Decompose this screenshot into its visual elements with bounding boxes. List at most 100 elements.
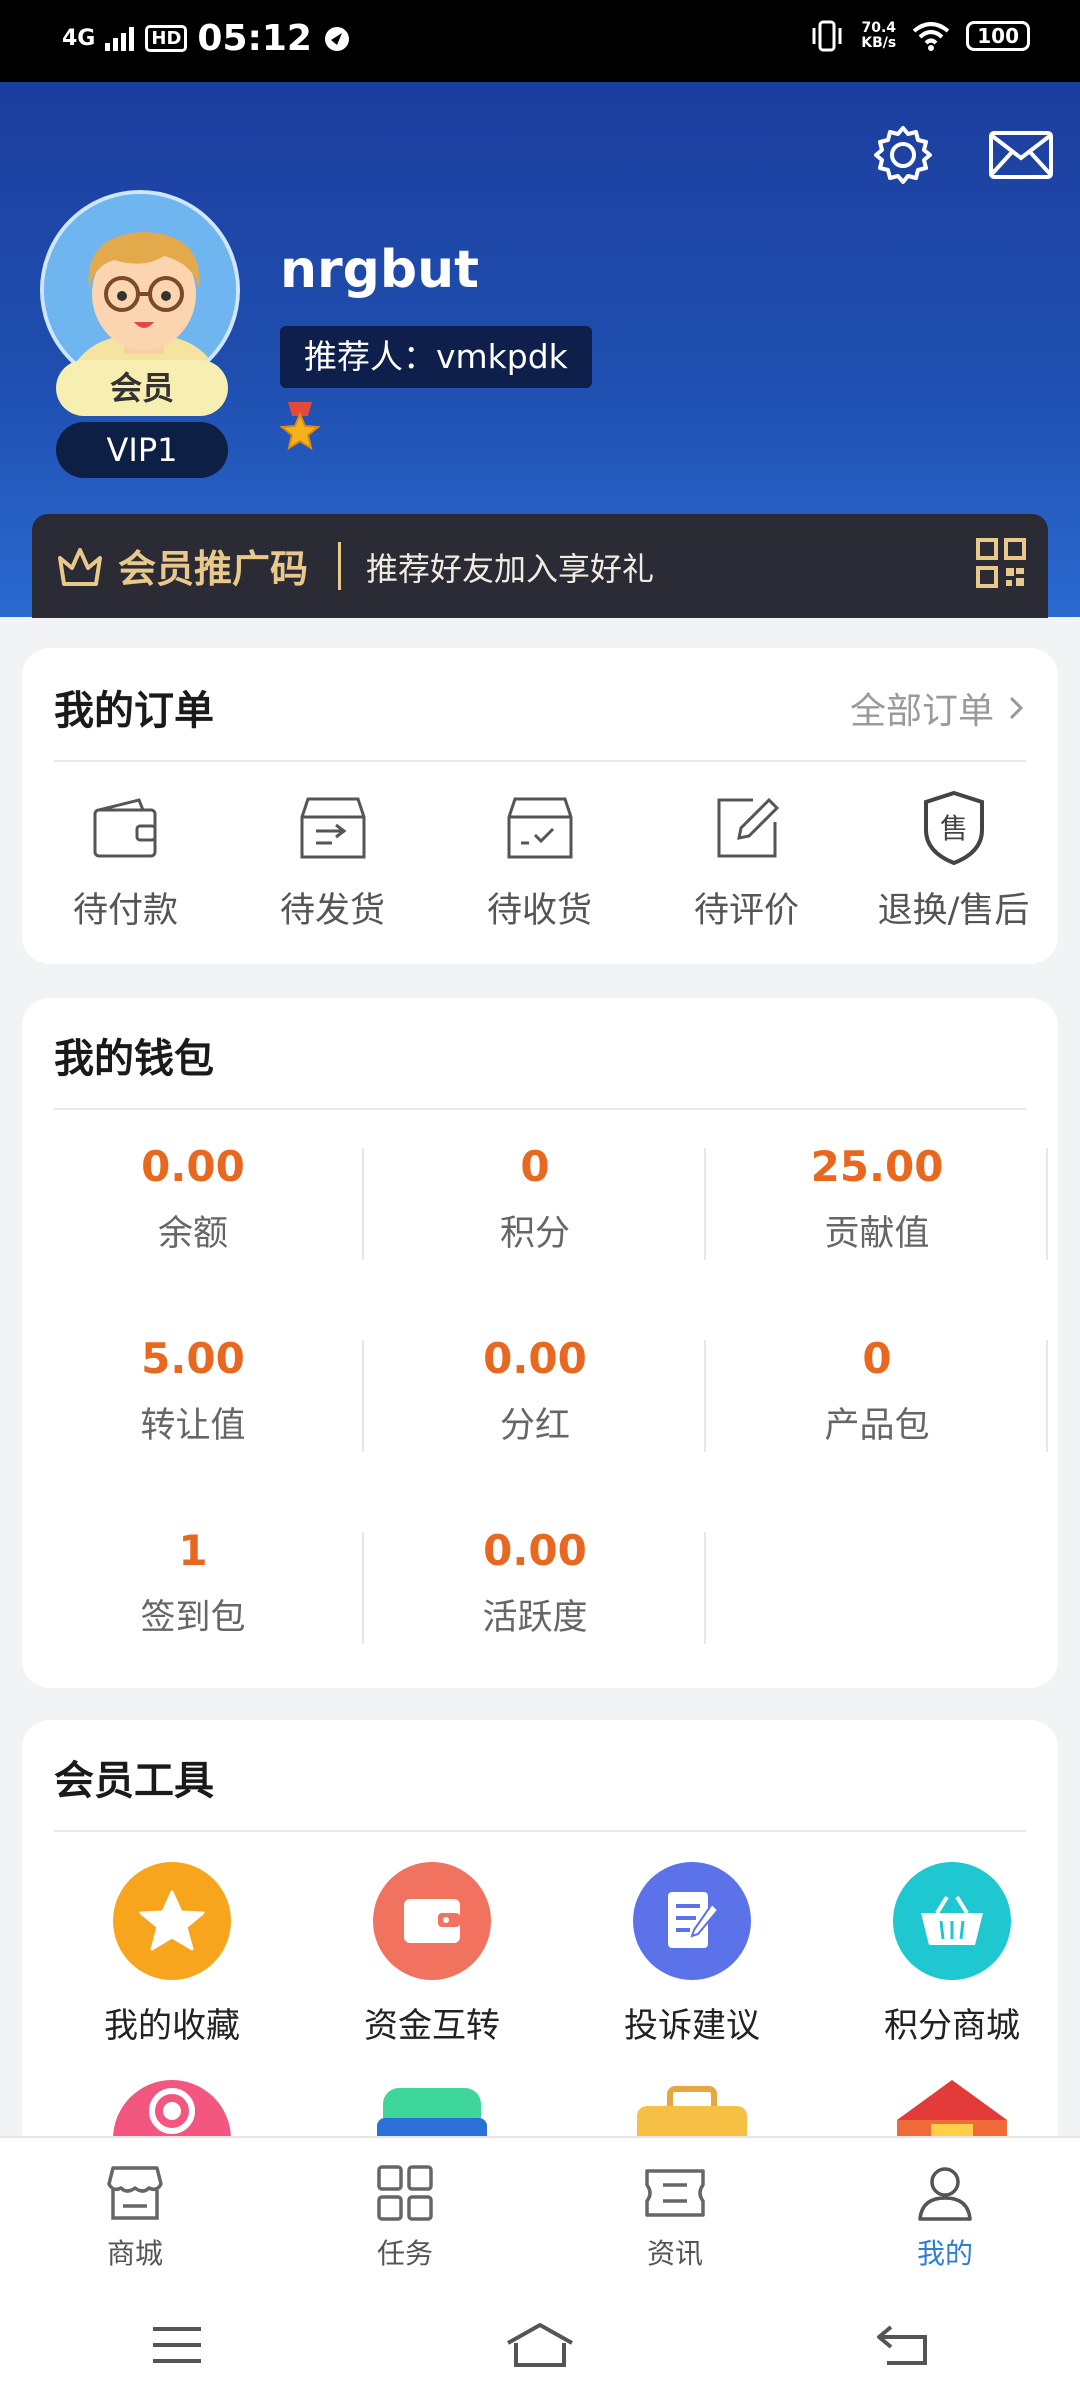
tool-favorites[interactable]: 我的收藏 <box>52 1862 292 2047</box>
tool-complaints[interactable]: 投诉建议 <box>572 1862 812 2047</box>
shipping-box-icon <box>300 797 365 859</box>
order-pending-receipt[interactable]: 待收货 <box>436 788 643 933</box>
hd-badge: HD <box>145 25 188 52</box>
tab-mine[interactable]: 我的 <box>810 2138 1080 2282</box>
home-icon[interactable] <box>504 2321 576 2369</box>
all-orders-label: 全部订单 <box>849 691 994 732</box>
tab-label: 资讯 <box>646 2237 703 2270</box>
wallet-label: 签到包 <box>140 1598 246 1638</box>
wallet-label: 分红 <box>499 1406 570 1446</box>
gear-icon <box>874 126 932 184</box>
order-item-label: 待收货 <box>486 891 592 931</box>
divider <box>704 1532 706 1644</box>
order-pending-review[interactable]: 待评价 <box>643 788 850 933</box>
network-type: 4G <box>62 25 96 51</box>
member-promo-code-bar[interactable]: 会员推广码 推荐好友加入享好礼 <box>32 514 1048 618</box>
order-pending-payment[interactable]: 待付款 <box>22 788 229 933</box>
clock: 05:12 <box>197 18 312 59</box>
speed-unit: KB/s <box>861 35 897 51</box>
promo-divider <box>338 542 341 590</box>
wallet-transfer-icon <box>373 1862 491 1980</box>
tab-mall[interactable]: 商城 <box>0 2138 270 2282</box>
mail-icon <box>989 131 1053 179</box>
divider <box>1046 1340 1048 1452</box>
order-item-label: 待评价 <box>693 891 799 931</box>
wallet-value: 0.00 <box>483 1526 587 1575</box>
divider <box>1046 1148 1048 1260</box>
bottom-tab-bar: 商城 任务 资讯 我的 <box>0 2136 1080 2282</box>
settings-button[interactable] <box>870 122 936 188</box>
qr-code-icon[interactable] <box>976 538 1026 588</box>
wallet-signin-pack[interactable]: 1 签到包 <box>22 1522 364 1652</box>
tool-label: 投诉建议 <box>624 2006 760 2046</box>
wallet-label: 活跃度 <box>482 1598 588 1638</box>
divider <box>54 1830 1026 1832</box>
order-item-label: 待付款 <box>72 891 178 931</box>
tab-tasks[interactable]: 任务 <box>270 2138 540 2282</box>
wallet-label: 余额 <box>157 1214 228 1254</box>
tool-label: 资金互转 <box>364 2006 500 2046</box>
vip-level-badge: VIP1 <box>56 422 228 478</box>
document-edit-icon <box>633 1862 751 1980</box>
signal-icon <box>105 26 135 51</box>
basket-icon <box>893 1862 1011 1980</box>
divider <box>54 1108 1026 1110</box>
tool-label: 我的收藏 <box>104 2006 240 2046</box>
promo-title: 会员推广码 <box>118 547 309 591</box>
back-icon[interactable] <box>875 2323 931 2367</box>
tool-points-mall[interactable]: 积分商城 <box>832 1862 1072 2047</box>
wallet-label: 积分 <box>499 1214 570 1254</box>
wallet-label: 贡献值 <box>824 1214 930 1254</box>
wallet-value: 0.00 <box>483 1334 587 1383</box>
after-sales-shield-icon: 售 <box>923 790 984 866</box>
wallet-value: 0.00 <box>141 1142 245 1191</box>
crown-icon <box>58 548 102 586</box>
grid-icon <box>377 2165 433 2221</box>
tool-fund-transfer[interactable]: 资金互转 <box>312 1862 552 2047</box>
order-pending-shipment[interactable]: 待发货 <box>229 788 436 933</box>
wallet-icon <box>93 798 156 858</box>
messages-button[interactable] <box>988 122 1054 188</box>
divider <box>704 1340 706 1452</box>
username: nrgbut <box>280 240 479 300</box>
wallet-value: 0 <box>862 1334 892 1383</box>
divider <box>54 760 1026 762</box>
received-box-icon <box>507 797 572 859</box>
user-icon <box>918 2167 972 2221</box>
wallet-product-pack[interactable]: 0 产品包 <box>706 1330 1048 1460</box>
medal-icon <box>278 402 322 458</box>
edit-review-icon <box>717 797 779 858</box>
tool-label: 积分商城 <box>884 2006 1020 2046</box>
wallet-value: 1 <box>178 1526 208 1575</box>
star-icon <box>113 1862 231 1980</box>
menu-icon[interactable] <box>149 2323 205 2367</box>
tab-label: 商城 <box>106 2237 163 2270</box>
divider <box>362 1340 364 1452</box>
store-icon <box>107 2166 163 2220</box>
order-after-sales[interactable]: 售 退换/售后 <box>850 788 1057 933</box>
vibrate-icon <box>812 20 842 52</box>
wallet-dividend[interactable]: 0.00 分红 <box>364 1330 706 1460</box>
wallet-contribution[interactable]: 25.00 贡献值 <box>706 1138 1048 1268</box>
wallet-title: 我的钱包 <box>54 1036 214 1082</box>
divider <box>362 1148 364 1260</box>
news-icon <box>645 2169 705 2217</box>
member-tools-card: 会员工具 我的收藏 资金互转 投诉建议 积分商城 <box>22 1720 1058 2180</box>
tools-title: 会员工具 <box>54 1758 214 1804</box>
member-badge: 会员 <box>56 360 228 416</box>
wallet-label: 产品包 <box>824 1406 930 1446</box>
divider <box>704 1148 706 1260</box>
wallet-transfer-value[interactable]: 5.00 转让值 <box>22 1330 364 1460</box>
wallet-points[interactable]: 0 积分 <box>364 1138 706 1268</box>
wallet-balance[interactable]: 0.00 余额 <box>22 1138 364 1268</box>
referrer-label: 推荐人：vmkpdk <box>280 326 592 388</box>
battery-indicator: 100 <box>966 21 1030 51</box>
tab-news[interactable]: 资讯 <box>540 2138 810 2282</box>
profile-header: 会员 VIP1 nrgbut 推荐人：vmkpdk 会员推广码 推荐好友加入享好… <box>0 82 1080 618</box>
tab-label: 我的 <box>916 2237 973 2270</box>
my-orders-card: 我的订单 全部订单 待付款 待发货 待收货 待评价 售 退换/售后 <box>22 648 1058 964</box>
all-orders-link[interactable]: 全部订单 <box>850 682 1024 734</box>
wallet-activity[interactable]: 0.00 活跃度 <box>364 1522 706 1652</box>
system-navigation-bar <box>0 2282 1080 2408</box>
location-icon <box>324 26 349 51</box>
